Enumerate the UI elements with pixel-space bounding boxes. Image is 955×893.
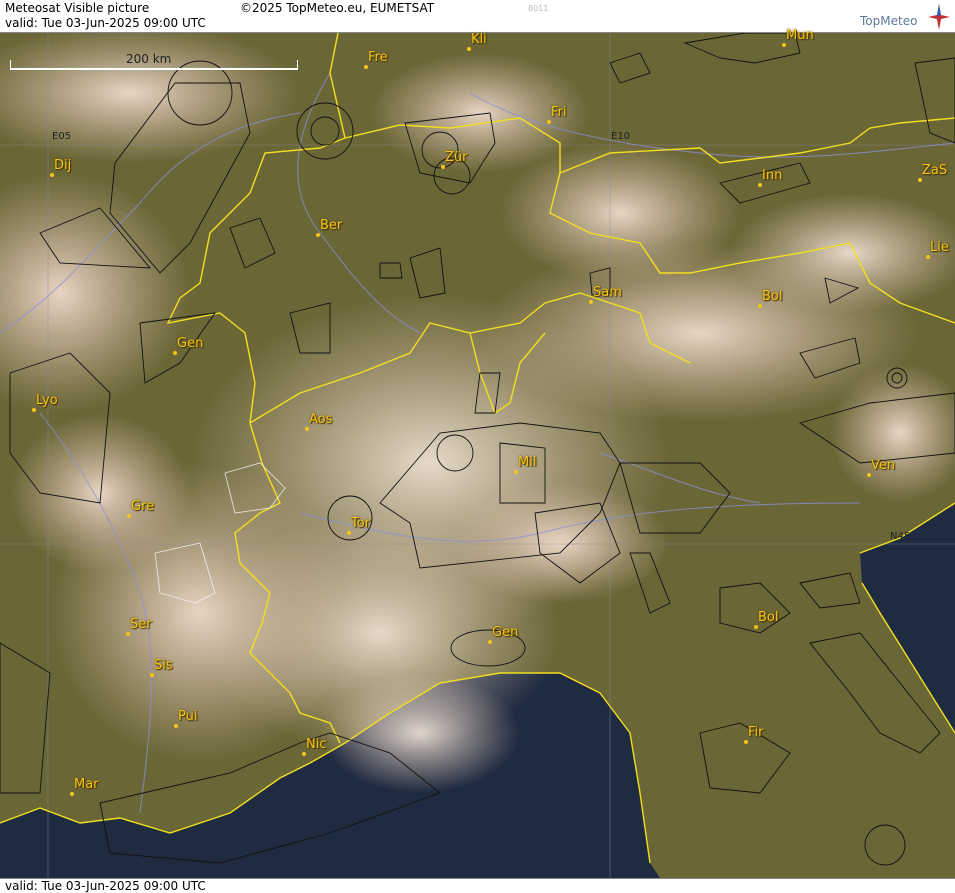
city-dot xyxy=(32,408,36,412)
city-label[interactable]: Inn xyxy=(762,168,782,183)
city-dot xyxy=(589,300,593,304)
city-label[interactable]: Kli xyxy=(471,32,487,47)
product-code: 8011 xyxy=(528,4,549,13)
city-dot xyxy=(302,752,306,756)
city-label[interactable]: ZaS xyxy=(922,163,947,178)
city-dot xyxy=(926,255,930,259)
satellite-map[interactable] xyxy=(0,33,955,878)
city-dot xyxy=(918,178,922,182)
city-dot xyxy=(50,173,54,177)
map-viewer: Meteosat Visible picture valid: Tue 03-J… xyxy=(0,0,955,893)
city-dot xyxy=(364,65,368,69)
city-dot xyxy=(441,165,445,169)
city-dot xyxy=(127,514,131,518)
city-dot xyxy=(347,531,351,535)
city-label[interactable]: Gen xyxy=(492,625,518,640)
city-label[interactable]: Nic xyxy=(306,737,326,752)
footer-bar: valid: Tue 03-Jun-2025 09:00 UTC xyxy=(0,878,955,893)
scale-bar: 200 km xyxy=(10,52,298,70)
city-label[interactable]: Zür xyxy=(445,150,468,165)
city-dot xyxy=(547,120,551,124)
city-label[interactable]: Dij xyxy=(54,158,71,173)
city-label[interactable]: Bol xyxy=(758,610,778,625)
city-label[interactable]: Fri xyxy=(551,105,567,120)
city-dot xyxy=(150,673,154,677)
city-label[interactable]: Sam xyxy=(593,285,622,300)
city-dot xyxy=(467,47,471,51)
city-dot xyxy=(70,792,74,796)
city-label[interactable]: Fir xyxy=(748,725,764,740)
city-dot xyxy=(488,640,492,644)
footer-valid-time: valid: Tue 03-Jun-2025 09:00 UTC xyxy=(5,879,206,893)
city-label[interactable]: Mar xyxy=(74,777,99,792)
city-label[interactable]: Ber xyxy=(320,218,342,233)
city-label[interactable]: Mil xyxy=(518,455,536,470)
logo-text: TopMeteo xyxy=(860,14,918,28)
city-dot xyxy=(758,183,762,187)
city-label[interactable]: Ser xyxy=(130,617,152,632)
city-label[interactable]: Tor xyxy=(351,516,370,531)
grid-label-n45: N45 xyxy=(890,531,911,542)
valid-time: valid: Tue 03-Jun-2025 09:00 UTC xyxy=(5,16,206,30)
city-dot xyxy=(305,427,309,431)
city-label[interactable]: Ven xyxy=(871,458,895,473)
city-label[interactable]: Pui xyxy=(178,709,197,724)
map-title: Meteosat Visible picture xyxy=(5,1,150,15)
city-dot xyxy=(316,233,320,237)
city-label[interactable]: Lie xyxy=(930,240,949,255)
grid-label-e05: E05 xyxy=(52,131,72,142)
copyright: ©2025 TopMeteo.eu, EUMETSAT xyxy=(240,1,435,15)
city-dot xyxy=(867,473,871,477)
city-dot xyxy=(754,625,758,629)
city-label[interactable]: Lyo xyxy=(36,393,58,408)
city-label[interactable]: Mun xyxy=(786,28,814,43)
city-dot xyxy=(758,304,762,308)
city-label[interactable]: Aos xyxy=(309,412,332,427)
city-dot xyxy=(782,43,786,47)
city-dot xyxy=(174,724,178,728)
grid-label-e10: E10 xyxy=(611,131,631,142)
scale-label: 200 km xyxy=(126,52,172,66)
city-dot xyxy=(126,632,130,636)
city-label[interactable]: Gen xyxy=(177,336,203,351)
compass-icon xyxy=(928,4,950,30)
city-label[interactable]: Bol xyxy=(762,289,782,304)
city-dot xyxy=(173,351,177,355)
city-label[interactable]: Fre xyxy=(368,50,388,65)
city-label[interactable]: Sis xyxy=(154,658,173,673)
city-dot xyxy=(514,470,518,474)
city-label[interactable]: Gre xyxy=(131,499,154,514)
topmeteo-logo[interactable]: TopMeteo xyxy=(846,4,950,30)
city-dot xyxy=(744,740,748,744)
